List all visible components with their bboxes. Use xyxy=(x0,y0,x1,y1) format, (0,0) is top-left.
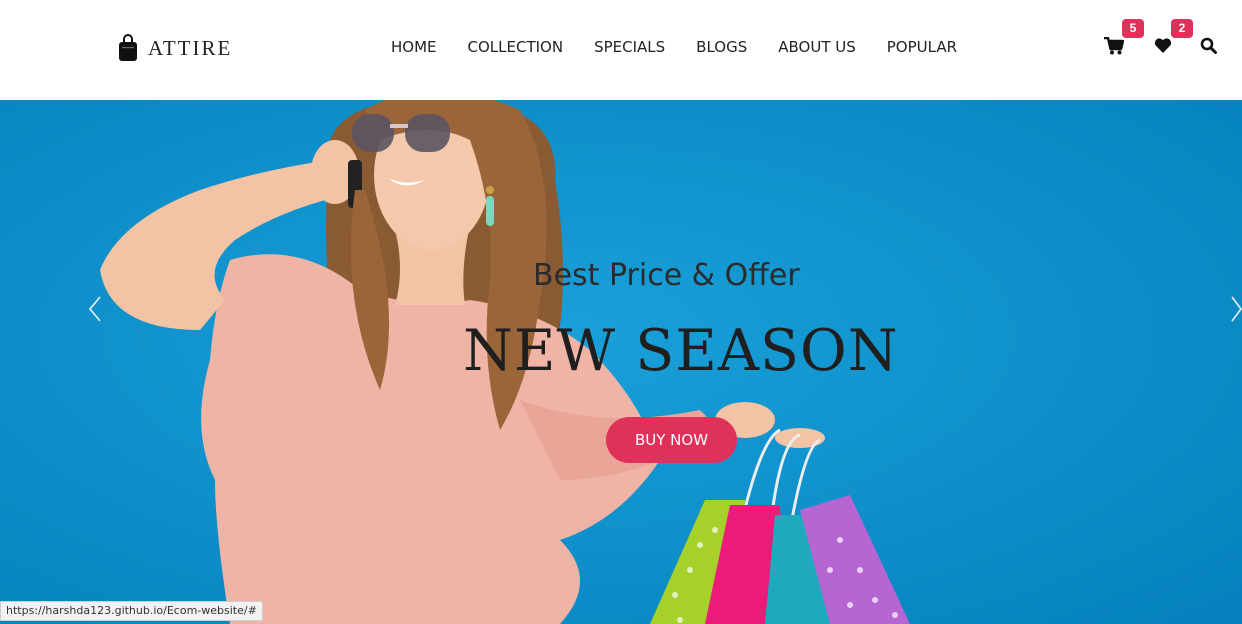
hero-banner: Best Price & Offer NEW SEASON BUY NOW xyxy=(0,100,1242,624)
hero-tagline: Best Price & Offer xyxy=(533,258,800,293)
cart-count-badge: 5 xyxy=(1122,19,1144,38)
hero-headline: NEW SEASON xyxy=(463,318,899,384)
nav-item-popular[interactable]: POPULAR xyxy=(887,38,957,56)
nav-item-home[interactable]: HOME xyxy=(391,38,437,56)
heart-icon xyxy=(1154,38,1172,53)
wishlist-button[interactable]: 2 xyxy=(1154,19,1193,59)
wishlist-count-badge: 2 xyxy=(1171,19,1193,38)
brand-name: ATTIRE xyxy=(148,35,233,60)
nav-item-about-us[interactable]: ABOUT US xyxy=(778,38,856,56)
main-nav: HOME COLLECTION SPECIALS BLOGS ABOUT US … xyxy=(391,38,957,56)
buy-now-button[interactable]: BUY NOW xyxy=(606,417,737,463)
cart-icon xyxy=(1104,36,1125,55)
chevron-left-icon xyxy=(88,296,101,322)
site-header: ATTIRE HOME COLLECTION SPECIALS BLOGS AB… xyxy=(0,0,1242,100)
slider-prev-button[interactable] xyxy=(88,296,102,327)
search-button[interactable] xyxy=(1200,37,1217,59)
cart-button[interactable]: 5 xyxy=(1104,19,1144,60)
shopping-bag-icon xyxy=(119,34,137,61)
slider-next-button[interactable] xyxy=(1230,296,1242,327)
nav-item-collection[interactable]: COLLECTION xyxy=(468,38,564,56)
header-icons: 5 2 xyxy=(1104,19,1224,60)
chevron-right-icon xyxy=(1231,296,1242,322)
search-icon xyxy=(1200,37,1217,54)
nav-item-specials[interactable]: SPECIALS xyxy=(594,38,665,56)
brand-logo[interactable]: ATTIRE xyxy=(118,34,232,62)
nav-item-blogs[interactable]: BLOGS xyxy=(696,38,747,56)
browser-status-url: https://harshda123.github.io/Ecom-websit… xyxy=(0,601,263,621)
